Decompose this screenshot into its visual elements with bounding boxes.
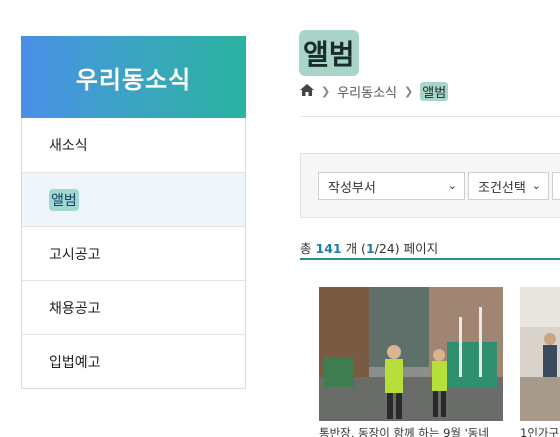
- total-unit: 개 (: [345, 241, 366, 256]
- sidebar-item-legislation[interactable]: 입법예고: [22, 334, 245, 388]
- divider: [300, 258, 560, 260]
- dept-select[interactable]: 작성부서 ⌄: [318, 172, 465, 200]
- sidebar-item-label: 고시공고: [49, 246, 101, 263]
- home-icon[interactable]: [300, 83, 314, 100]
- condition-select-value: 조건선택: [478, 180, 526, 196]
- total-prefix: 총: [300, 241, 312, 256]
- divider: [300, 116, 560, 117]
- breadcrumb: ❯ 우리동소식 ❯ 앨범: [300, 82, 449, 101]
- gallery-caption[interactable]: 1인가구: [520, 425, 560, 437]
- breadcrumb-current: 앨범: [420, 82, 449, 101]
- gallery-caption[interactable]: 통반장, 동장이 함께 하는 9월 '동네: [319, 425, 503, 437]
- chevron-right-icon: ❯: [321, 85, 331, 98]
- gallery-photo[interactable]: [520, 287, 560, 421]
- sidebar: 우리동소식 새소식 앨범 고시공고 채용공고 입법예고: [21, 36, 246, 389]
- page-title: 앨범: [299, 30, 359, 76]
- sidebar-menu: 새소식 앨범 고시공고 채용공고 입법예고: [21, 118, 246, 389]
- chevron-down-icon: ⌄: [531, 179, 541, 192]
- sidebar-item-news[interactable]: 새소식: [22, 118, 245, 172]
- sidebar-item-label: 새소식: [49, 138, 88, 154]
- sidebar-item-label: 입법예고: [49, 354, 101, 371]
- result-count: 총 141 개 (1/24) 페이지: [300, 238, 438, 257]
- sidebar-item-label: 앨범: [49, 188, 79, 211]
- condition-select[interactable]: 조건선택 ⌄: [468, 172, 549, 200]
- search-input[interactable]: [552, 172, 560, 200]
- dept-select-value: 작성부서: [328, 180, 376, 196]
- sidebar-title: 우리동소식: [21, 36, 246, 118]
- sidebar-item-recruit[interactable]: 채용공고: [22, 280, 245, 334]
- chevron-down-icon: ⌄: [447, 179, 457, 192]
- sidebar-item-notice[interactable]: 고시공고: [22, 226, 245, 280]
- sidebar-item-album[interactable]: 앨범: [22, 172, 245, 226]
- total-count: 141: [315, 241, 342, 256]
- current-page: 1: [365, 241, 375, 256]
- breadcrumb-item[interactable]: 우리동소식: [337, 82, 397, 101]
- chevron-right-icon: ❯: [404, 85, 414, 98]
- total-pages: /24) 페이지: [374, 241, 439, 256]
- gallery-photo[interactable]: [319, 287, 503, 421]
- sidebar-item-label: 채용공고: [49, 300, 101, 317]
